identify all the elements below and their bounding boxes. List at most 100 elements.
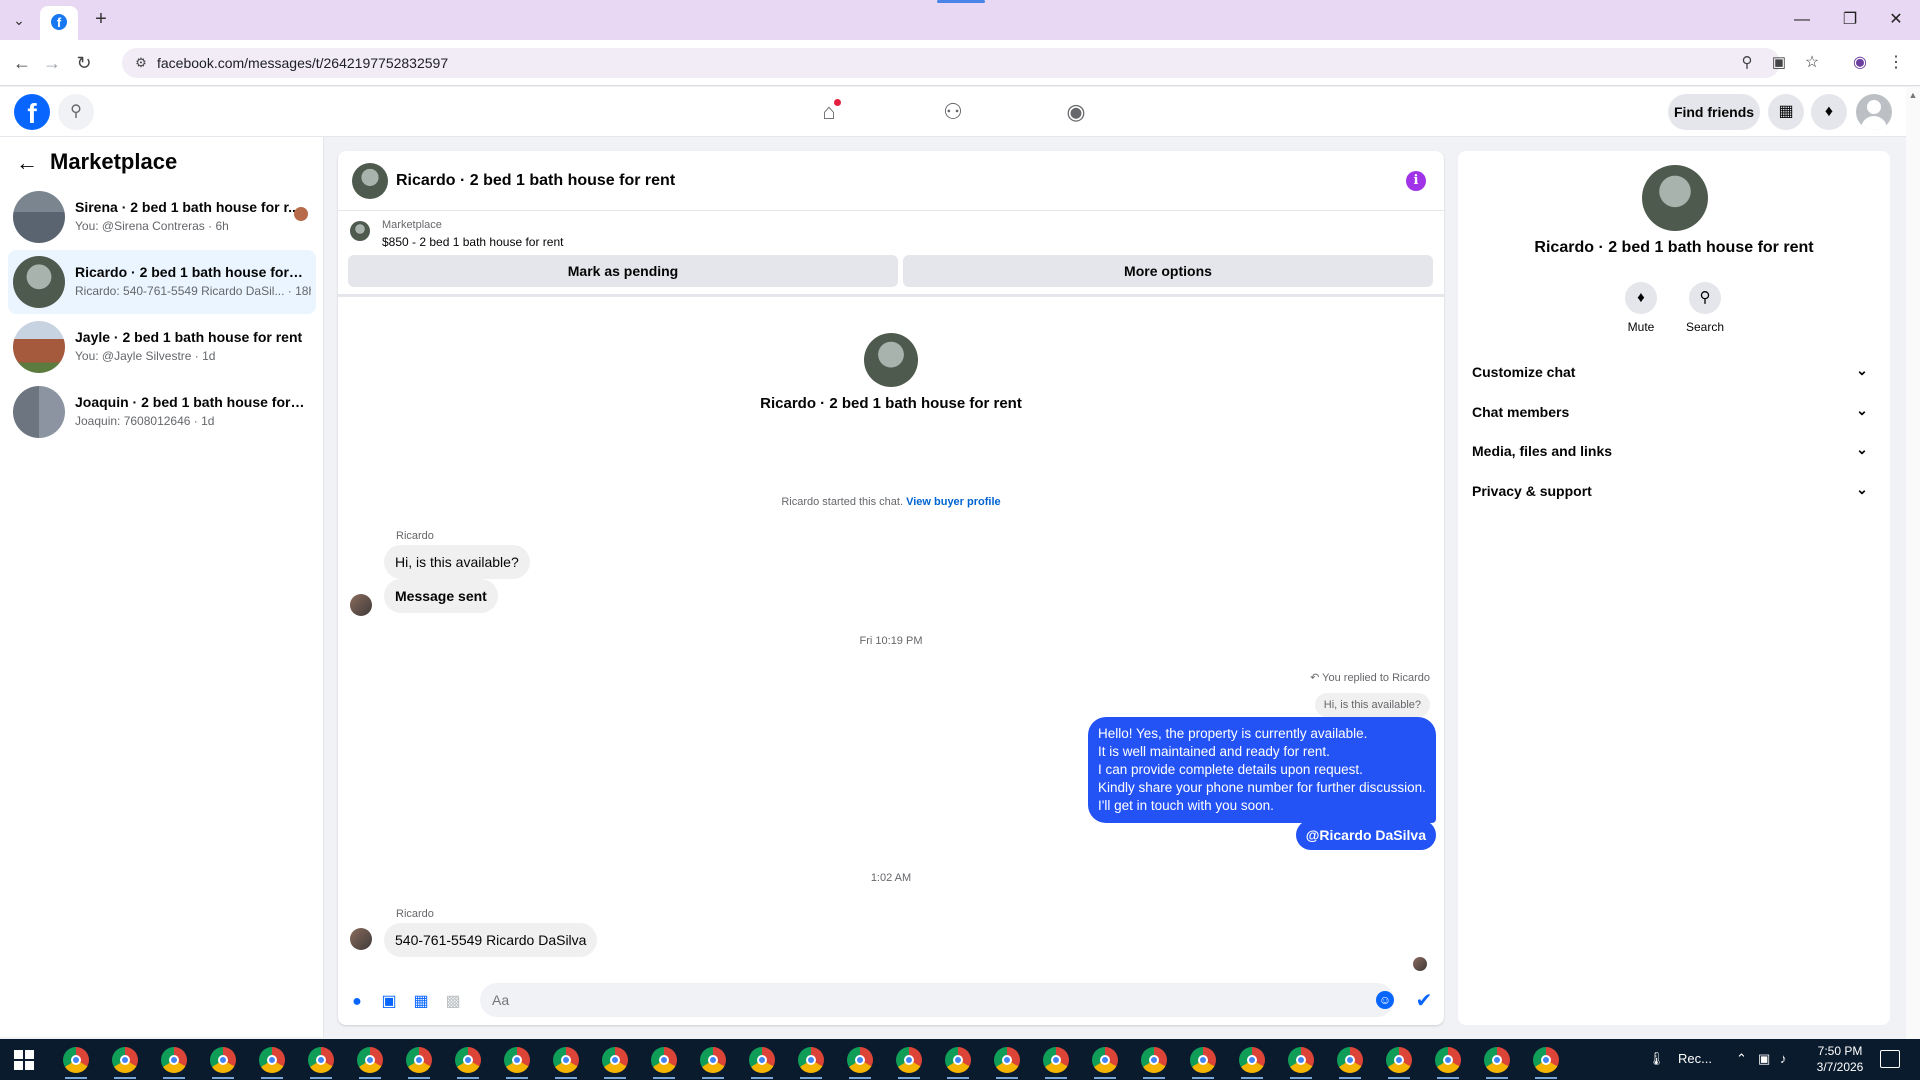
chrome-app-icon[interactable] [1092,1047,1118,1073]
chrome-app-icon[interactable] [1141,1047,1167,1073]
chrome-app-icon[interactable] [553,1047,579,1073]
chrome-app-icon[interactable] [651,1047,677,1073]
chrome-app-icon[interactable] [798,1047,824,1073]
find-friends-button[interactable]: Find friends [1668,94,1760,130]
section-privacy-support[interactable]: Privacy & support ⌄ [1472,473,1876,509]
back-arrow-icon[interactable]: ← [16,151,40,175]
chrome-app-icon[interactable] [63,1047,89,1073]
chrome-app-icon[interactable] [1043,1047,1069,1073]
more-options-button[interactable]: More options [903,255,1433,287]
recording-label[interactable]: Rec... [1678,1051,1712,1066]
conversation-item-joaquin[interactable]: Joaquin · 2 bed 1 bath house for re... J… [8,380,316,444]
site-info-icon[interactable]: ⚙ [132,54,150,72]
chrome-app-icon[interactable] [945,1047,971,1073]
search-icon[interactable]: ⚲ [1689,282,1721,314]
search-action[interactable]: ⚲ Search [1675,282,1735,334]
info-icon[interactable]: i [1406,171,1426,191]
mute-action[interactable]: ♦ Mute [1611,282,1671,334]
page-scrollbar[interactable] [1906,87,1920,1039]
microphone-icon[interactable]: ● [346,991,368,1013]
mark-as-pending-button[interactable]: Mark as pending [348,255,898,287]
conversation-item-ricardo[interactable]: Ricardo · 2 bed 1 bath house for rent Ri… [8,250,316,314]
forward-icon[interactable]: → [40,51,64,75]
chrome-app-icon[interactable] [1484,1047,1510,1073]
profile-icon[interactable]: ◉ [1848,51,1872,75]
quoted-message[interactable]: Hi, is this available? [1314,693,1430,717]
chrome-app-icon[interactable] [1288,1047,1314,1073]
back-icon[interactable]: ← [10,51,34,75]
outgoing-mention-message[interactable]: @Ricardo DaSilva [1295,820,1436,850]
account-avatar[interactable] [1856,94,1892,130]
facebook-logo-icon[interactable]: f [14,94,50,130]
home-icon[interactable]: ⌂ [812,95,846,129]
thumbs-up-icon[interactable]: ✔ [1412,989,1436,1013]
chrome-app-icon[interactable] [1337,1047,1363,1073]
tray-chevron-up-icon[interactable]: ⌃ [1736,1051,1747,1067]
listing-price[interactable]: $850 - 2 bed 1 bath house for rent [382,235,563,249]
chrome-app-icon[interactable] [357,1047,383,1073]
incoming-message[interactable]: Message sent [384,579,498,613]
chrome-app-icon[interactable] [749,1047,775,1073]
incoming-message[interactable]: 540-761-5549 Ricardo DaSilva [384,923,598,957]
chrome-app-icon[interactable] [994,1047,1020,1073]
thermometer-icon[interactable]: 🌡 [1648,1051,1665,1067]
sender-avatar[interactable] [350,594,372,616]
network-icon[interactable]: ▣ [1758,1051,1770,1067]
chrome-app-icon[interactable] [210,1047,236,1073]
sticker-icon[interactable]: ▦ [410,991,432,1013]
browser-menu-icon[interactable]: ⋮ [1884,51,1908,75]
chrome-app-icon[interactable] [504,1047,530,1073]
chrome-app-icon[interactable] [896,1047,922,1073]
chrome-app-icon[interactable] [1190,1047,1216,1073]
chrome-app-icon[interactable] [161,1047,187,1073]
reload-icon[interactable]: ↻ [72,51,96,75]
scroll-up-arrow-icon[interactable]: ▲ [1906,88,1920,102]
chrome-app-icon[interactable] [1435,1047,1461,1073]
chrome-app-icon[interactable] [847,1047,873,1073]
taskbar-clock[interactable]: 7:50 PM 3/7/2026 [1808,1043,1872,1075]
chrome-app-icon[interactable] [406,1047,432,1073]
chrome-app-icon[interactable] [700,1047,726,1073]
chrome-app-icon[interactable] [455,1047,481,1073]
notifications-bell-icon[interactable]: ♦ [1811,94,1847,130]
section-customize-chat[interactable]: Customize chat ⌄ [1472,354,1876,390]
browser-tab-facebook[interactable]: f [40,6,78,40]
groups-icon[interactable]: ◉ [1059,95,1093,129]
bookmark-star-icon[interactable]: ☆ [1800,51,1824,75]
notifications-icon[interactable] [1880,1050,1900,1068]
conversation-item-sirena[interactable]: Sirena · 2 bed 1 bath house for r... You… [8,185,316,249]
chrome-app-icon[interactable] [1533,1047,1559,1073]
message-input[interactable] [480,983,1394,1017]
bell-icon[interactable]: ♦ [1625,282,1657,314]
conversation-item-jayle[interactable]: Jayle · 2 bed 1 bath house for rent You:… [8,315,316,379]
gif-icon[interactable]: ▩ [442,991,464,1013]
minimize-button[interactable]: — [1790,8,1814,32]
zoom-icon[interactable]: ⚲ [1735,51,1759,75]
close-window-button[interactable]: ✕ [1884,8,1908,32]
chrome-app-icon[interactable] [1239,1047,1265,1073]
chrome-app-icon[interactable] [602,1047,628,1073]
section-chat-members[interactable]: Chat members ⌄ [1472,394,1876,430]
restore-button[interactable]: ❐ [1838,8,1862,32]
chrome-app-icon[interactable] [259,1047,285,1073]
chat-title[interactable]: Ricardo · 2 bed 1 bath house for rent [396,172,675,190]
new-tab-button[interactable]: + [90,9,112,31]
volume-muted-icon[interactable]: ♪ [1780,1051,1787,1066]
chat-avatar[interactable] [352,163,388,199]
emoji-icon[interactable]: ☺ [1376,991,1394,1009]
search-icon[interactable]: ⚲ [58,94,94,130]
url-text[interactable]: facebook.com/messages/t/2642197752832597 [157,55,448,71]
friends-icon[interactable]: ⚇ [936,95,970,129]
view-buyer-profile-link[interactable]: View buyer profile [906,496,1001,508]
address-bar[interactable]: ⚙ facebook.com/messages/t/26421977528325… [122,48,1786,78]
sender-avatar[interactable] [350,928,372,950]
incoming-message[interactable]: Hi, is this available? [384,545,530,579]
outgoing-message[interactable]: Hello! Yes, the property is currently av… [1088,717,1436,823]
chrome-app-icon[interactable] [112,1047,138,1073]
install-app-icon[interactable]: ▣ [1767,51,1791,75]
tab-search-button[interactable]: ⌄ [8,10,30,30]
photo-icon[interactable]: ▣ [378,991,400,1013]
menu-grid-icon[interactable]: ▦ [1768,94,1804,130]
details-avatar[interactable] [1642,165,1708,231]
section-media-files-links[interactable]: Media, files and links ⌄ [1472,433,1876,469]
